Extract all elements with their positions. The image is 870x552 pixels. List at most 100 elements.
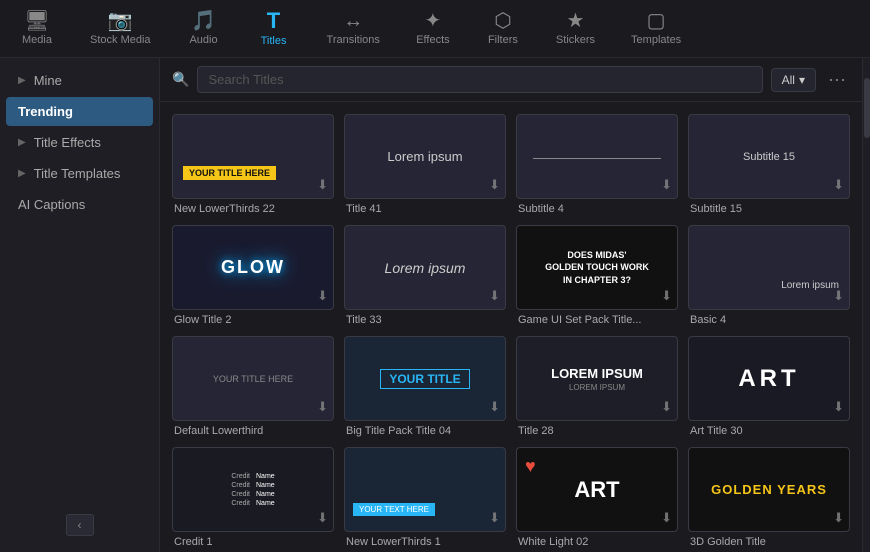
thumb-2: Lorem ipsum ⬇ [344,114,506,199]
sidebar-item-title-effects[interactable]: ▶ Title Effects [6,128,153,157]
grid-item-11[interactable]: LOREM IPSUM LOREM IPSUM ⬇ Title 28 [516,336,678,437]
chevron-icon: ▶ [18,75,26,86]
toolbar-item-audio[interactable]: 🎵 Audio [179,7,229,50]
download-icon-9[interactable]: ⬇ [317,399,328,415]
toolbar-item-filters[interactable]: ⬡ Filters [478,7,528,50]
templates-icon: ▢ [647,11,666,31]
download-icon-2[interactable]: ⬇ [489,177,500,193]
download-icon-7[interactable]: ⬇ [661,288,672,304]
download-icon-3[interactable]: ⬇ [661,177,672,193]
item-label-12: Art Title 30 [688,425,850,437]
toolbar-label-filters: Filters [488,34,518,46]
thumb-6: Lorem ipsum ⬇ [344,225,506,310]
sidebar-label-trending: Trending [18,104,73,119]
sidebar-item-mine[interactable]: ▶ Mine [6,66,153,95]
content-area: 🔍 All ▾ ··· YOUR TITLE HERE ⬇ [160,58,862,552]
grid-item-13[interactable]: CreditName CreditName CreditName CreditN… [172,447,334,548]
item-label-6: Title 33 [344,314,506,326]
toolbar: 🖥 Media 📷 Stock Media 🎵 Audio T Titles ↔… [0,0,870,58]
grid-item-16[interactable]: GOLDEN YEARS ⬇ 3D Golden Title [688,447,850,548]
item-label-3: Subtitle 4 [516,203,678,215]
grid-item-2[interactable]: Lorem ipsum ⬇ Title 41 [344,114,506,215]
sidebar: ▶ Mine Trending ▶ Title Effects ▶ Title … [0,58,160,552]
scroll-thumb [864,78,870,138]
grid-item-15[interactable]: ♥ ART ⬇ White Light 02 [516,447,678,548]
item-label-15: White Light 02 [516,536,678,548]
toolbar-label-media: Media [22,34,52,46]
item-label-13: Credit 1 [172,536,334,548]
download-icon-1[interactable]: ⬇ [317,177,328,193]
grid-item-14[interactable]: YOUR TEXT HERE ⬇ New LowerThirds 1 [344,447,506,548]
sidebar-label-title-effects: Title Effects [34,135,101,150]
download-icon-12[interactable]: ⬇ [833,399,844,415]
grid-item-3[interactable]: ⬇ Subtitle 4 [516,114,678,215]
item-label-4: Subtitle 15 [688,203,850,215]
default-lower-text: YOUR TITLE HERE [213,374,293,384]
basic-lorem-text: Lorem ipsum [781,280,839,291]
lorem-text-2: Lorem ipsum [387,149,462,164]
toolbar-label-effects: Effects [416,34,449,46]
download-icon-8[interactable]: ⬇ [833,288,844,304]
subtitle15-text: Subtitle 15 [743,151,795,163]
download-icon-5[interactable]: ⬇ [317,288,328,304]
item-label-10: Big Title Pack Title 04 [344,425,506,437]
effects-icon: ✦ [425,11,442,31]
toolbar-label-transitions: Transitions [327,34,380,46]
toolbar-item-templates[interactable]: ▢ Templates [623,7,689,50]
thumb-11: LOREM IPSUM LOREM IPSUM ⬇ [516,336,678,421]
download-icon-13[interactable]: ⬇ [317,510,328,526]
chevron-down-icon: ▾ [799,73,805,87]
filter-button[interactable]: All ▾ [771,68,816,92]
item-label-9: Default Lowerthird [172,425,334,437]
golden-text: GOLDEN YEARS [711,482,827,497]
thumb-14: YOUR TEXT HERE ⬇ [344,447,506,532]
collapse-sidebar-button[interactable]: ‹ [66,514,94,536]
new-lower-bar: YOUR TEXT HERE [353,503,435,516]
grid-item-4[interactable]: Subtitle 15 ⬇ Subtitle 15 [688,114,850,215]
download-icon-4[interactable]: ⬇ [833,177,844,193]
media-icon: 🖥 [24,11,49,31]
download-icon-15[interactable]: ⬇ [661,510,672,526]
grid-item-10[interactable]: YOUR TITLE ⬇ Big Title Pack Title 04 [344,336,506,437]
filters-icon: ⬡ [494,11,511,31]
download-icon-10[interactable]: ⬇ [489,399,500,415]
sidebar-label-ai-captions: AI Captions [18,197,85,212]
grid-item-8[interactable]: Lorem ipsum ⬇ Basic 4 [688,225,850,326]
grid-item-5[interactable]: GLOW ⬇ Glow Title 2 [172,225,334,326]
grid-item-1[interactable]: YOUR TITLE HERE ⬇ New LowerThirds 22 [172,114,334,215]
download-icon-6[interactable]: ⬇ [489,288,500,304]
audio-icon: 🎵 [191,11,216,31]
grid-item-9[interactable]: YOUR TITLE HERE ⬇ Default Lowerthird [172,336,334,437]
grid-container: YOUR TITLE HERE ⬇ New LowerThirds 22 Lor… [160,102,862,552]
toolbar-item-transitions[interactable]: ↔ Transitions [319,7,388,50]
grid-item-7[interactable]: DOES MIDAS'GOLDEN TOUCH WORKIN CHAPTER 3… [516,225,678,326]
download-icon-16[interactable]: ⬇ [833,510,844,526]
grid-item-6[interactable]: Lorem ipsum ⬇ Title 33 [344,225,506,326]
more-options-button[interactable]: ··· [824,69,850,90]
sidebar-label-mine: Mine [34,73,62,88]
filter-label: All [782,73,795,87]
credit-lines: CreditName CreditName CreditName CreditN… [231,473,274,507]
toolbar-item-effects[interactable]: ✦ Effects [408,7,458,50]
heart-icon: ♥ [525,456,536,477]
search-input[interactable] [197,66,762,93]
sidebar-item-title-templates[interactable]: ▶ Title Templates [6,159,153,188]
white-art-text: ART [574,477,619,503]
sidebar-item-trending[interactable]: Trending [6,97,153,126]
game-text: DOES MIDAS'GOLDEN TOUCH WORKIN CHAPTER 3… [541,245,653,291]
toolbar-item-titles[interactable]: T Titles [249,6,299,51]
toolbar-item-media[interactable]: 🖥 Media [12,7,62,50]
toolbar-label-templates: Templates [631,34,681,46]
scrollbar[interactable] [862,58,870,552]
download-icon-11[interactable]: ⬇ [661,399,672,415]
sidebar-item-ai-captions[interactable]: AI Captions [6,190,153,219]
lorem-italic-text: Lorem ipsum [385,260,466,276]
toolbar-item-stock-media[interactable]: 📷 Stock Media [82,7,159,50]
item-label-8: Basic 4 [688,314,850,326]
item-label-1: New LowerThirds 22 [172,203,334,215]
grid-item-12[interactable]: ART ⬇ Art Title 30 [688,336,850,437]
toolbar-item-stickers[interactable]: ★ Stickers [548,7,603,50]
download-icon-14[interactable]: ⬇ [489,510,500,526]
thumb-1: YOUR TITLE HERE ⬇ [172,114,334,199]
stock-media-icon: 📷 [108,11,133,31]
